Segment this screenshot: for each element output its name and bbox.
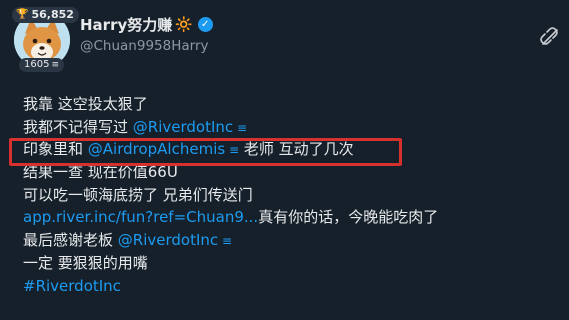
- post-line: 最后感谢老板 @RiverdotInc ≡: [23, 229, 563, 252]
- post-text: 我靠 这空投太狠了: [23, 95, 148, 113]
- trophy-icon: 🏆: [16, 9, 29, 20]
- post-line: app.river.inc/fun?ref=Chuan9...真有你的话，今晚能…: [23, 206, 563, 229]
- link-off-icon[interactable]: [539, 26, 559, 46]
- post-text: 最后感谢老板: [23, 231, 118, 250]
- post-text: 我都不记得写过: [23, 117, 133, 136]
- mention-link[interactable]: @RiverdotInc: [133, 118, 233, 136]
- display-name-text: Harry努力赚: [80, 16, 173, 34]
- verified-check-icon: ✓: [197, 17, 213, 32]
- level-value: 1605: [24, 59, 50, 70]
- points-value: 56,852: [31, 8, 74, 21]
- sun-emoji-icon: 🔆: [175, 16, 193, 33]
- stack-icon: ≡: [218, 234, 233, 249]
- post-line: 我靠 这空投太狠了: [23, 93, 563, 116]
- post-text: 真有你的话，今晚能吃肉了: [258, 208, 439, 227]
- post-text: 可以吃一顿海底捞了 兄弟们传送门: [23, 185, 253, 204]
- post-header: 🏆 56,852 1605 ≡ Harry努力赚 🔆 ✓ @Chuan9958H…: [0, 0, 569, 80]
- post-line: 可以吃一顿海底捞了 兄弟们传送门: [23, 184, 563, 207]
- level-badge[interactable]: 1605 ≡: [19, 58, 64, 72]
- post-line: 我都不记得写过 @RiverdotInc ≡: [23, 116, 563, 139]
- mention-link[interactable]: @RiverdotInc: [118, 231, 218, 249]
- points-badge[interactable]: 🏆 56,852: [12, 7, 79, 23]
- post-body: 我靠 这空投太狠了 我都不记得写过 @RiverdotInc ≡ 印象里和 @A…: [23, 93, 563, 297]
- highlight-box: [9, 138, 402, 166]
- display-name[interactable]: Harry努力赚 🔆 ✓: [80, 14, 213, 35]
- post-line: #RiverdotInc: [23, 275, 563, 298]
- referral-link[interactable]: app.river.inc/fun?ref=Chuan9...: [23, 208, 258, 226]
- user-handle[interactable]: @Chuan9958Harry: [80, 38, 209, 54]
- post-line: 一定 要狠狠的用嘴: [23, 252, 563, 275]
- stack-icon: ≡: [51, 60, 59, 70]
- post-text: 一定 要狠狠的用嘴: [23, 253, 148, 272]
- stack-icon: ≡: [233, 120, 248, 135]
- hashtag-link[interactable]: #RiverdotInc: [23, 277, 121, 295]
